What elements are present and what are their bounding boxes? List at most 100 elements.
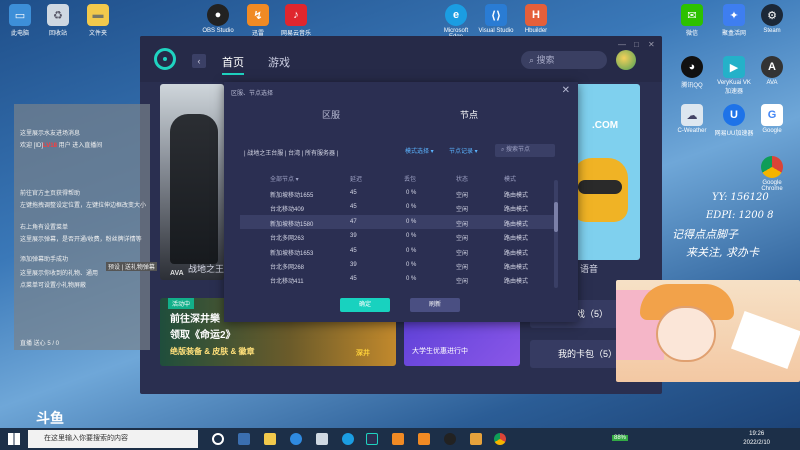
node-cell-name: 台北移动409 (270, 207, 305, 214)
wechat-icon: ✉ (681, 4, 703, 26)
desktop-icon-ava[interactable]: A AVA (752, 56, 792, 86)
header-node[interactable]: 全部节点 ▾ (270, 174, 299, 183)
game-art-logo: .COM (592, 120, 619, 131)
tab-games[interactable]: 游戏 (268, 54, 290, 70)
chat-line: 这里展示水友进场消息 (20, 131, 81, 137)
header-ping[interactable]: 延迟 (350, 174, 362, 183)
header-status[interactable]: 状态 (456, 174, 468, 183)
game-taskbar-icon[interactable] (470, 433, 482, 445)
mode-filter-dropdown[interactable]: 模式选择 ▾ (405, 146, 434, 155)
node-cell-loss: 0 % (406, 218, 417, 225)
cortana-icon[interactable] (212, 433, 224, 445)
desktop-icon-xunlei[interactable]: ↯ 迅雷 (238, 4, 278, 37)
node-cell-name: 新加坡移动1655 (270, 193, 314, 199)
desktop-icon-qq[interactable]: ◕ 腾讯QQ (672, 56, 712, 89)
desktop-icon-netease[interactable]: ♪ 网易云音乐 (276, 4, 316, 37)
desktop-icon-weather[interactable]: ☁ C-Weather (672, 104, 712, 134)
node-row[interactable]: 台北移动411 45 0 % 空闲 路由模式 (240, 272, 554, 286)
node-row[interactable]: 台北多网268 39 0 % 空闲 路由模式 (240, 258, 554, 272)
node-search-input[interactable]: ⌕ 搜索节点 (495, 144, 555, 157)
desktop-icon-edge[interactable]: e Microsoft Edge (436, 4, 476, 40)
edge-taskbar-icon[interactable] (342, 433, 354, 445)
node-history-dropdown[interactable]: 节点记录 ▾ (449, 146, 478, 155)
desktop-icon-hbuilder[interactable]: H Hbuilder (516, 4, 556, 34)
steam-icon: ⚙ (761, 4, 783, 26)
node-row[interactable]: 新加坡移动1580 47 0 % 空闲 路由模式 (240, 214, 554, 229)
chat-footer-tag[interactable]: 预设 | 送礼物弹幕 (106, 262, 157, 271)
tab-home[interactable]: 首页 (222, 54, 244, 75)
taskbar-clock[interactable]: 19:26 2022/2/10 (743, 430, 770, 448)
accelerator-taskbar-icon[interactable] (366, 433, 378, 445)
node-row[interactable]: 台北多网263 39 0 % 空闲 路由模式 (240, 229, 554, 243)
battery-indicator[interactable]: 88% (612, 435, 629, 441)
node-row[interactable]: 新加坡移动1653 45 0 % 空闲 路由模式 (240, 244, 554, 258)
zoom-icon[interactable] (290, 433, 302, 445)
node-cell-name: 新加坡移动1580 (270, 221, 314, 228)
chrome-taskbar-icon[interactable] (494, 433, 506, 445)
header-loss[interactable]: 丢包 (404, 174, 416, 183)
back-button[interactable]: ‹ (192, 54, 206, 68)
overlay-yy: YY: 156120 (712, 192, 769, 203)
task-view-icon[interactable] (238, 433, 250, 445)
desktop-icon-vs[interactable]: ⟨⟩ Visual Studio (476, 4, 516, 34)
header-mode[interactable]: 模式 (504, 174, 516, 183)
minimize-button[interactable]: — (618, 40, 626, 49)
tab-region[interactable]: 区服 (322, 108, 340, 121)
desktop-icon-uu[interactable]: U 网易UU加速器 (714, 104, 754, 137)
taskbar-search-input[interactable]: 在这里输入你要搜索的内容 (28, 430, 198, 448)
chat-line-welcome: 欢迎 [ID]LV18 用户 进入直播间 (20, 143, 103, 149)
desktop-icon-verykuai[interactable]: ▶ VeryKuai VK 加速器 (714, 56, 754, 95)
obs-taskbar-icon[interactable] (444, 433, 456, 445)
node-cell-mode: 路由模式 (504, 207, 529, 214)
qq-icon: ◕ (681, 56, 703, 78)
node-cell-mode: 路由模式 (504, 250, 529, 257)
game-art-soldier (170, 114, 218, 264)
app-taskbar-icon[interactable] (418, 433, 430, 445)
desktop-icon-obs[interactable]: ● OBS Studio (198, 4, 238, 34)
refresh-button[interactable]: 刷新 (410, 298, 460, 312)
node-cell-ping: 45 (350, 276, 357, 283)
game-card-ava[interactable]: AVA (160, 84, 224, 280)
desktop-icon-recycle[interactable]: ♻ 回收站 (38, 4, 78, 37)
desktop-icon-juhe[interactable]: ✦ 聚盒活网 (714, 4, 754, 37)
node-row[interactable]: 新加坡移动1655 45 0 % 空闲 路由模式 (240, 186, 554, 200)
confirm-button[interactable]: 确定 (340, 298, 390, 312)
dialog-close-button[interactable]: ✕ (562, 85, 570, 96)
desktop-icon-chrome[interactable]: Google Chrome (752, 156, 792, 192)
desktop-icon-steam[interactable]: ⚙ Steam (752, 4, 792, 34)
app-search-input[interactable]: ⌕ 搜索 (521, 51, 607, 69)
verykuai-icon: ▶ (723, 56, 745, 78)
file-explorer-icon[interactable] (264, 433, 276, 445)
calculator-icon[interactable] (316, 433, 328, 445)
node-row[interactable]: 台北移动409 45 0 % 空闲 路由模式 (240, 200, 554, 214)
node-cell-status: 空闲 (456, 265, 469, 271)
desktop-icon-wechat[interactable]: ✉ 微信 (672, 4, 712, 37)
scrollbar-thumb[interactable] (554, 202, 558, 232)
start-icon[interactable] (8, 433, 20, 445)
desktop-icon-computer[interactable]: ▭ 此电脑 (0, 4, 40, 37)
tab-node[interactable]: 节点 (460, 108, 478, 121)
close-app-button[interactable]: ✕ (648, 40, 655, 49)
vscode-icon: ⟨⟩ (485, 4, 507, 26)
game-art-raccoon (572, 158, 628, 222)
chat-line: 点菜单可设置小礼物屏蔽 (20, 283, 87, 289)
juhe-icon: ✦ (723, 4, 745, 26)
node-cell-status: 空闲 (456, 207, 469, 214)
ava-icon: A (761, 56, 783, 78)
node-cell-status: 空闲 (456, 221, 469, 228)
keyboard-image (730, 310, 800, 370)
node-cell-ping: 47 (350, 218, 357, 225)
banner-line-3: 绝版装备 & 皮肤 & 徽章 (170, 347, 255, 356)
desktop-icon-folder[interactable]: ▬ 文件夹 (78, 4, 118, 37)
chat-line: 这里展示你收到的礼物、通用 (20, 271, 99, 277)
user-avatar[interactable] (616, 50, 636, 70)
node-cell-ping: 39 (350, 233, 357, 240)
node-cell-name: 台北多网263 (270, 236, 305, 243)
node-list-scrollbar[interactable] (554, 180, 558, 288)
desktop-icon-google[interactable]: G Google (752, 104, 792, 134)
obs-icon: ● (207, 4, 229, 26)
danmaku-chat-overlay: 这里展示水友进场消息 欢迎 [ID]LV18 用户 进入直播间 前往官方主页获得… (14, 104, 157, 350)
app-taskbar-icon[interactable] (392, 433, 404, 445)
chat-line: 这里展示弹幕，是否开通/收费，粉丝牌详情等 (20, 237, 142, 243)
maximize-button[interactable]: □ (634, 40, 639, 49)
